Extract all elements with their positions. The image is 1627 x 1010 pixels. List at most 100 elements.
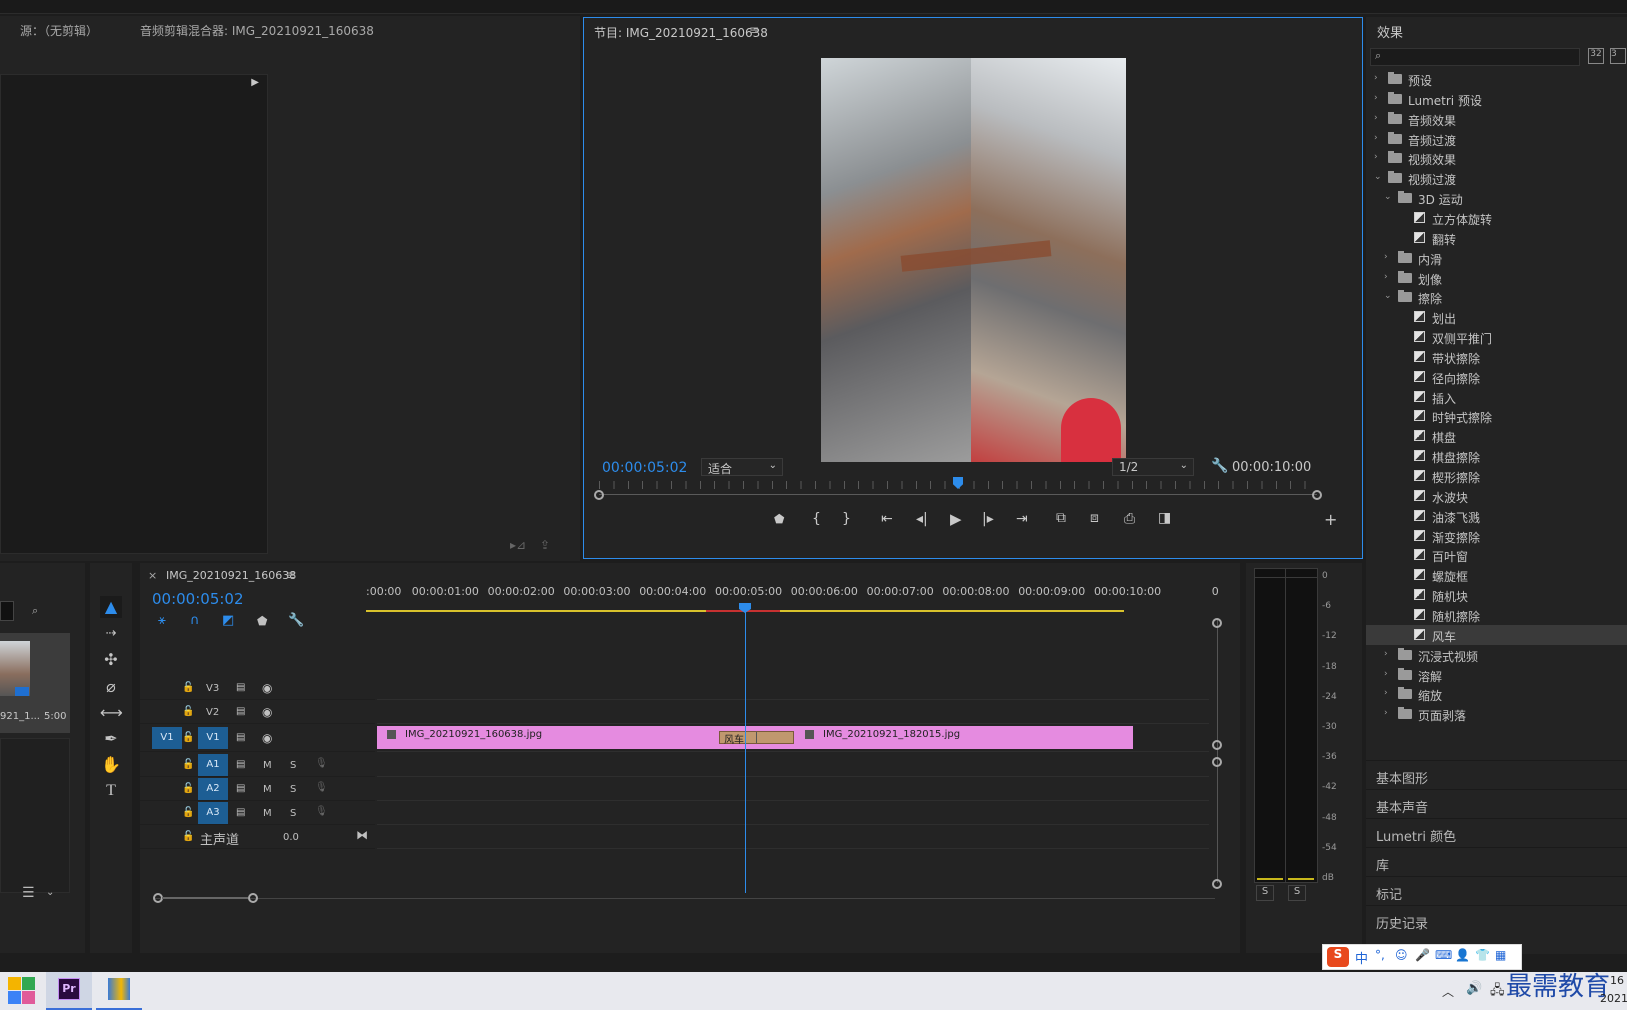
zoom-scrollbar-thumb[interactable] xyxy=(153,893,258,903)
settings-wrench-icon[interactable]: 🔧 xyxy=(1211,458,1228,474)
mark-out-icon[interactable]: } xyxy=(842,511,851,527)
add-button-icon[interactable]: + xyxy=(1324,510,1337,529)
step-back-icon[interactable]: ◂| xyxy=(916,511,928,527)
lane-a2[interactable] xyxy=(377,777,1209,801)
add-marker-icon[interactable]: ⬟ xyxy=(774,512,784,526)
effects-section-header[interactable]: 标记 xyxy=(1366,876,1627,906)
effects-search-input[interactable]: ⌕ xyxy=(1370,48,1580,66)
scroll-handle-mid[interactable] xyxy=(1212,740,1222,750)
scrub-bar-line[interactable] xyxy=(599,494,1317,495)
sync-lock-icon[interactable]: ▤ xyxy=(236,682,245,693)
effects-item[interactable]: 螺旋框 xyxy=(1366,565,1627,585)
sort-icon[interactable]: ☰ xyxy=(22,885,35,901)
effects-item[interactable]: 立方体旋转 xyxy=(1366,208,1627,228)
punct-icon[interactable]: °, xyxy=(1375,948,1385,962)
effects-section-header[interactable]: 历史记录 xyxy=(1366,905,1627,935)
effects-item[interactable]: 棋盘擦除 xyxy=(1366,446,1627,466)
new-bin-icon[interactable]: 32 xyxy=(1588,48,1604,64)
program-current-time[interactable]: 00:00:05:02 xyxy=(602,460,687,476)
eye-icon[interactable]: ◉ xyxy=(262,731,272,745)
toolbox-icon[interactable]: ▦ xyxy=(1495,948,1506,962)
solo-button[interactable]: S xyxy=(290,784,296,795)
mixer-toggle-icon[interactable]: ▸⊿ xyxy=(510,538,526,552)
track-label-a1[interactable]: A1 xyxy=(198,754,228,776)
effects-item[interactable]: 风车 xyxy=(1366,624,1627,645)
mic-icon[interactable]: 🎙 xyxy=(315,806,328,817)
mic-icon[interactable]: 🎙 xyxy=(315,758,328,769)
effects-item[interactable]: 双侧平推门 xyxy=(1366,327,1627,347)
effects-item[interactable]: › 页面剥落 xyxy=(1366,704,1627,724)
export-frame-camera-icon[interactable]: ⎙ xyxy=(1124,511,1135,527)
effects-item[interactable]: 带状擦除 xyxy=(1366,347,1627,367)
extract-icon[interactable]: ⧈ xyxy=(1090,510,1099,526)
go-to-out-icon[interactable]: ⇥ xyxy=(1016,511,1028,527)
tray-expand-icon[interactable]: ︿ xyxy=(1442,983,1454,1000)
add-marker-icon[interactable]: ⬟ xyxy=(257,614,267,628)
timeline-current-time[interactable]: 00:00:05:02 xyxy=(152,590,244,608)
sync-lock-icon[interactable]: ▤ xyxy=(236,732,245,743)
clip-2[interactable]: IMG_20210921_182015.jpg xyxy=(795,726,1133,749)
panel-menu-icon[interactable]: ≡ xyxy=(286,568,296,582)
chevron-down-icon[interactable]: ⌄ xyxy=(1384,291,1392,301)
keyboard-icon[interactable]: ⌨ xyxy=(1435,948,1452,962)
effects-item[interactable]: 楔形擦除 xyxy=(1366,466,1627,486)
project-clip-item[interactable]: 921_1... 5:00 xyxy=(0,633,70,733)
transition-windmill[interactable]: 风车 xyxy=(719,731,794,746)
volume-icon[interactable]: 🔊 xyxy=(1466,981,1482,996)
effects-item[interactable]: 随机块 xyxy=(1366,585,1627,605)
lane-v3[interactable] xyxy=(377,676,1209,700)
effects-item[interactable]: 渐变擦除 xyxy=(1366,526,1627,546)
chevron-right-icon[interactable]: › xyxy=(1374,133,1378,143)
ripple-edit-tool-icon[interactable]: ✣ xyxy=(100,649,122,671)
chevron-right-icon[interactable]: › xyxy=(1374,73,1378,83)
effects-item[interactable]: 翻转 xyxy=(1366,228,1627,248)
taskbar-archive-button[interactable] xyxy=(96,972,142,1010)
effects-item[interactable]: 划出 xyxy=(1366,307,1627,327)
mark-in-icon[interactable]: { xyxy=(812,511,821,527)
lane-a3[interactable] xyxy=(377,801,1209,825)
effects-item[interactable]: ⌄ 3D 运动 xyxy=(1366,188,1627,208)
lock-icon[interactable]: 🔓 xyxy=(182,732,194,743)
lane-master[interactable] xyxy=(377,825,1209,849)
track-label-a3[interactable]: A3 xyxy=(198,802,228,824)
effects-item[interactable]: 时钟式擦除 xyxy=(1366,406,1627,426)
effects-item[interactable]: 径向擦除 xyxy=(1366,367,1627,387)
sogou-logo-icon[interactable]: S xyxy=(1327,947,1349,967)
effects-item[interactable]: › 音频过渡 xyxy=(1366,129,1627,149)
chevron-right-icon[interactable]: › xyxy=(1384,272,1388,282)
effects-item[interactable]: › Lumetri 预设 xyxy=(1366,89,1627,109)
chevron-down-icon[interactable]: ⌄ xyxy=(1374,172,1382,182)
lift-icon[interactable]: ⧉ xyxy=(1056,510,1066,526)
comparison-view-icon[interactable]: ◨ xyxy=(1158,510,1171,526)
effects-item[interactable]: ⌄ 视频过渡 xyxy=(1366,168,1627,188)
lock-icon[interactable]: 🔓 xyxy=(182,759,194,770)
chevron-right-icon[interactable]: › xyxy=(1374,93,1378,103)
timeline-settings-wrench-icon[interactable]: 🔧 xyxy=(288,613,304,628)
effects-item[interactable]: ⌄ 擦除 xyxy=(1366,287,1627,307)
effects-item[interactable]: › 内滑 xyxy=(1366,248,1627,268)
effects-item[interactable]: 随机擦除 xyxy=(1366,605,1627,625)
mute-button[interactable]: M xyxy=(263,808,272,819)
effects-item[interactable]: › 沉浸式视频 xyxy=(1366,645,1627,665)
go-to-end-icon[interactable]: ⧓ xyxy=(356,828,368,842)
program-title[interactable]: 节目: IMG_20210921_160638 xyxy=(594,24,768,41)
ime-chinese-toggle[interactable]: 中 xyxy=(1355,948,1368,967)
close-icon[interactable]: × xyxy=(148,569,157,582)
hand-tool-icon[interactable]: ✋ xyxy=(100,754,122,776)
effects-item[interactable]: › 溶解 xyxy=(1366,665,1627,685)
fit-dropdown[interactable]: 适合 ⌄ xyxy=(701,458,783,476)
scroll-handle-bottom[interactable] xyxy=(1212,879,1222,889)
lock-icon[interactable]: 🔓 xyxy=(182,706,194,717)
sync-lock-icon[interactable]: ▤ xyxy=(236,706,245,717)
type-tool-icon[interactable]: T xyxy=(100,780,122,802)
skin-icon[interactable]: 👕 xyxy=(1475,948,1490,962)
lock-icon[interactable]: 🔓 xyxy=(182,682,194,693)
network-icon[interactable]: 🖧 xyxy=(1490,981,1505,1003)
scrub-end-handle[interactable] xyxy=(1312,490,1322,500)
start-button-icon[interactable] xyxy=(8,977,36,1005)
nest-toggle-icon[interactable]: ⚹ xyxy=(158,613,166,628)
master-volume-value[interactable]: 0.0 xyxy=(283,832,299,843)
solo-right-button[interactable]: S xyxy=(1288,885,1306,901)
zoom-right-handle[interactable] xyxy=(248,893,258,903)
effects-item[interactable]: 水波块 xyxy=(1366,486,1627,506)
